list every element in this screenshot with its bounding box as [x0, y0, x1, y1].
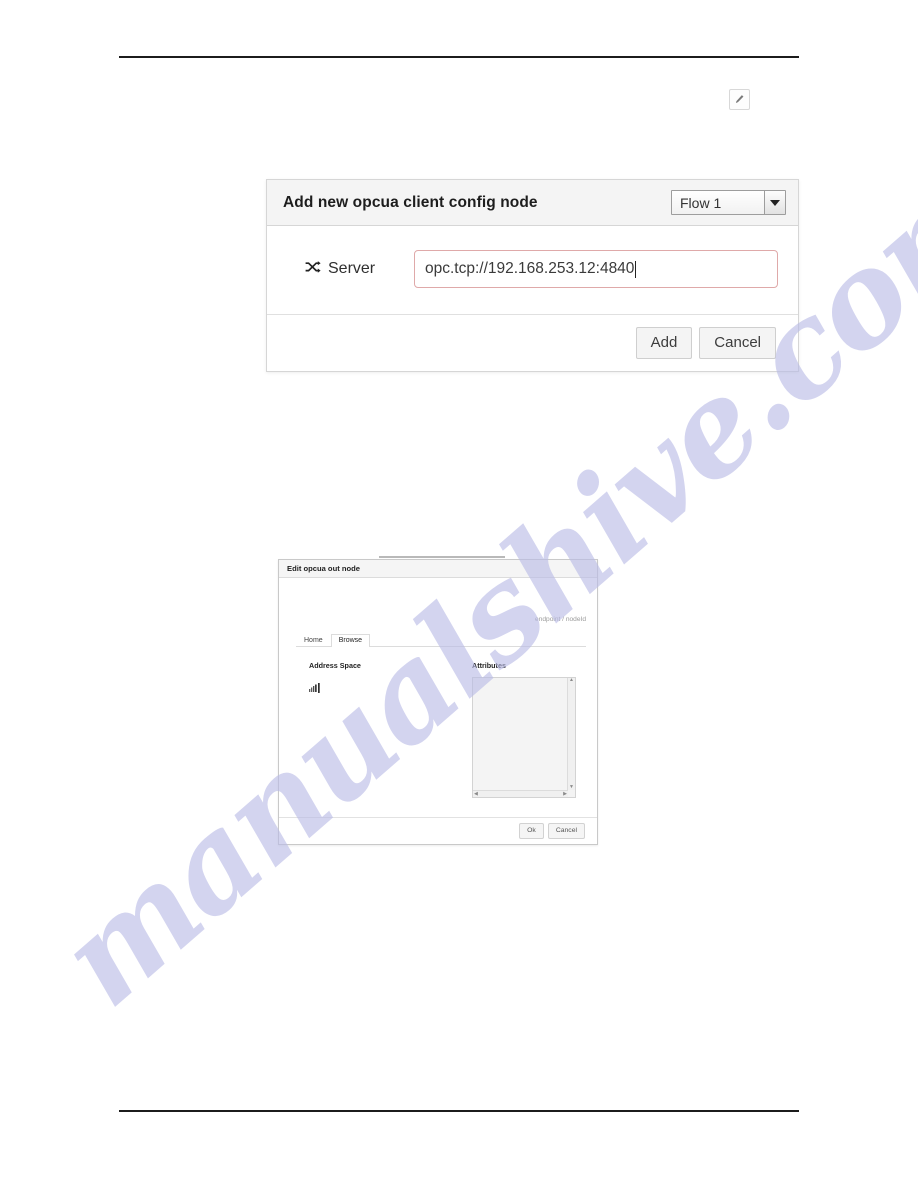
page-footer-rule	[119, 1110, 799, 1112]
attributes-content	[473, 678, 568, 790]
dialog2-body: endpoint / nodeId Home Browse Address Sp…	[279, 578, 597, 818]
cancel-button-2[interactable]: Cancel	[547, 822, 585, 840]
dialog-header: Add new opcua client config node Flow 1	[267, 180, 798, 226]
attributes-heading: Attributes	[472, 661, 506, 670]
flow-select-value: Flow 1	[680, 194, 722, 211]
tab-bar: Home Browse	[296, 630, 586, 647]
address-space-heading: Address Space	[309, 661, 361, 670]
breadcrumb: endpoint / nodeId	[535, 616, 586, 623]
text-caret	[635, 260, 637, 278]
address-space-tree[interactable]	[309, 683, 429, 696]
ok-button[interactable]: Ok	[519, 822, 544, 840]
server-input[interactable]: opc.tcp://192.168.253.12:4840	[414, 250, 778, 288]
server-field-row: Server opc.tcp://192.168.253.12:4840	[287, 250, 778, 288]
cancel-button[interactable]: Cancel	[699, 327, 776, 359]
caret-up-icon[interactable]: ▲	[569, 678, 574, 683]
server-input-value: opc.tcp://192.168.253.12:4840	[425, 260, 635, 277]
dialog2-title: Edit opcua out node	[287, 564, 360, 573]
edit-opcua-out-node-dialog: Edit opcua out node endpoint / nodeId Ho…	[278, 559, 598, 845]
attributes-horizontal-scrollbar[interactable]: ◀ ▶	[473, 790, 568, 797]
tab-home[interactable]: Home	[296, 634, 331, 647]
caret-left-icon[interactable]: ◀	[474, 791, 478, 797]
page-header-rule	[119, 56, 799, 58]
dialog2-footer: Ok Cancel	[279, 817, 597, 844]
attributes-panel[interactable]: ▲ ▼ ◀ ▶	[472, 677, 576, 798]
dialog-body: Server opc.tcp://192.168.253.12:4840	[267, 226, 798, 315]
tab-browse[interactable]: Browse	[330, 634, 371, 647]
server-label-text: Server	[328, 260, 376, 277]
flow-select[interactable]: Flow 1	[671, 190, 786, 215]
edit-button[interactable]	[729, 89, 750, 110]
add-opcua-client-config-dialog: Add new opcua client config node Flow 1 …	[266, 179, 799, 372]
server-field-label: Server	[287, 260, 414, 279]
caret-down-icon[interactable]: ▼	[569, 785, 574, 790]
dialog2-header: Edit opcua out node	[279, 560, 597, 578]
dialog-title: Add new opcua client config node	[283, 193, 538, 211]
loading-bars-icon	[309, 683, 429, 696]
chevron-down-icon[interactable]	[764, 191, 785, 214]
dialog-footer: Add Cancel	[267, 315, 798, 371]
pencil-icon	[734, 94, 745, 105]
add-button[interactable]: Add	[635, 327, 693, 359]
attributes-vertical-scrollbar[interactable]: ▲ ▼	[567, 678, 575, 790]
caret-right-icon[interactable]: ▶	[563, 791, 567, 797]
shuffle-icon	[305, 260, 321, 279]
background-window-edge	[379, 556, 505, 558]
